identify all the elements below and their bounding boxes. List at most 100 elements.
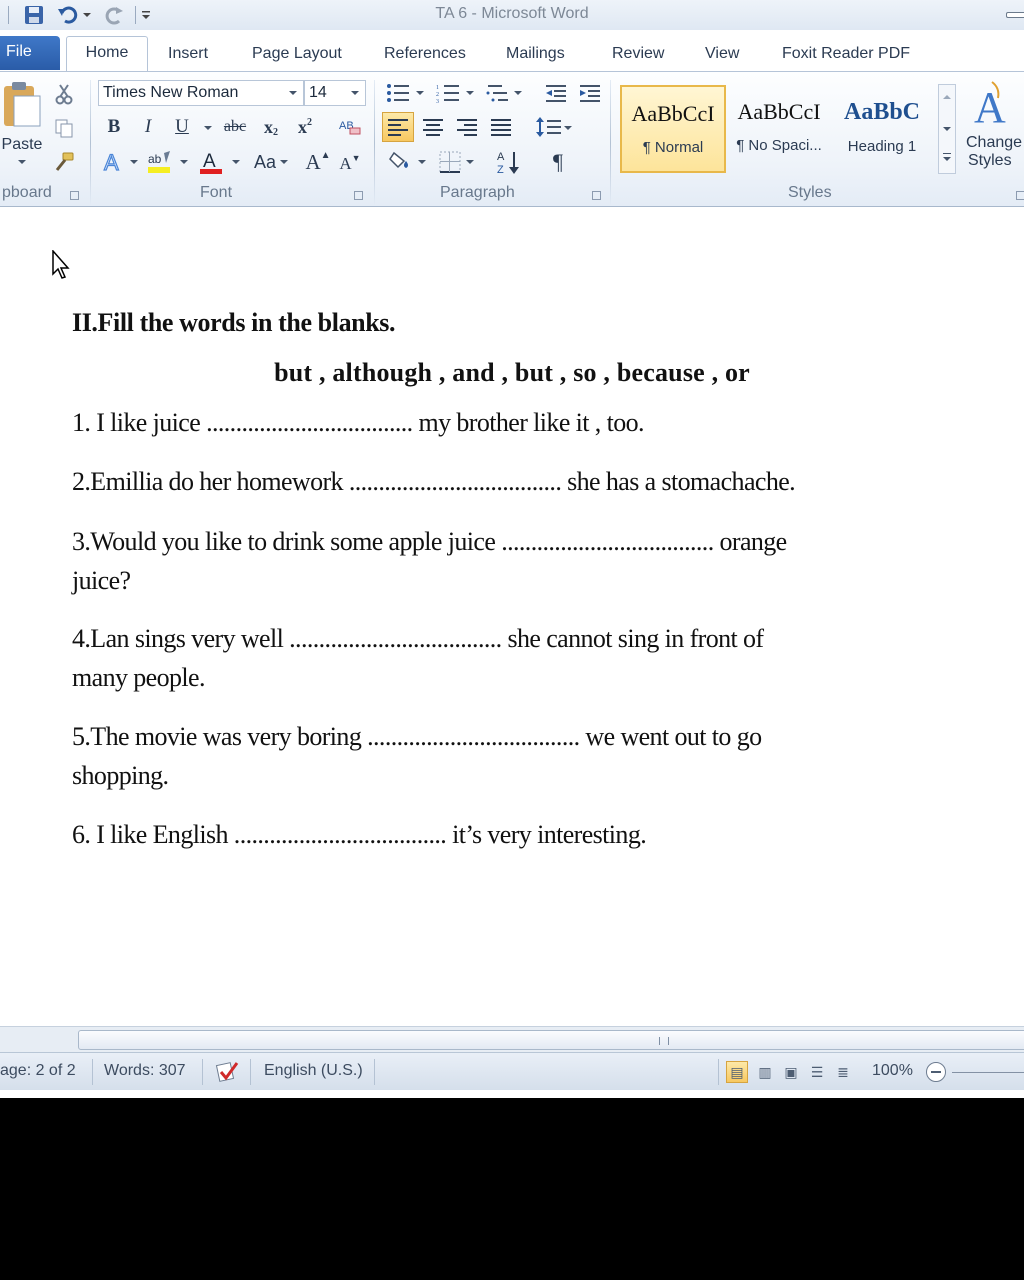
show-formatting-button[interactable]: ¶ <box>544 148 572 176</box>
italic-button[interactable]: I <box>136 114 160 140</box>
paste-button[interactable]: Paste <box>0 80 44 172</box>
highlight-dropdown-icon[interactable] <box>180 160 188 164</box>
print-layout-view-icon[interactable]: ▤ <box>726 1061 748 1083</box>
subscript-mark-icon: 2 <box>273 126 278 138</box>
change-case-dropdown-icon[interactable] <box>280 160 288 164</box>
bullets-icon[interactable] <box>384 80 412 106</box>
cut-icon[interactable] <box>52 82 76 106</box>
font-color-dropdown-icon[interactable] <box>232 160 240 164</box>
clipboard-launcher-icon[interactable] <box>70 191 79 200</box>
copy-icon[interactable] <box>52 116 76 140</box>
zoom-out-icon[interactable] <box>926 1062 946 1082</box>
group-divider <box>610 80 611 206</box>
underline-button[interactable]: U <box>170 114 194 140</box>
font-size-dropdown-icon[interactable] <box>351 91 359 95</box>
font-color-icon[interactable]: A <box>196 148 226 176</box>
style-heading-1[interactable]: AaBbC Heading 1 <box>832 85 932 173</box>
font-launcher-icon[interactable] <box>354 191 363 200</box>
tab-insert[interactable]: Insert <box>168 38 208 70</box>
multilevel-dropdown-icon[interactable] <box>514 91 522 95</box>
tab-mailings[interactable]: Mailings <box>506 38 565 70</box>
sentence-line: juice? <box>72 566 131 595</box>
grow-font-button[interactable]: A ▲ <box>304 148 332 176</box>
horizontal-scrollbar[interactable] <box>0 1026 1024 1052</box>
multilevel-list-icon[interactable] <box>484 80 512 106</box>
format-painter-icon[interactable] <box>52 150 76 174</box>
tab-foxit-reader-pdf[interactable]: Foxit Reader PDF <box>782 38 910 70</box>
subscript-button[interactable]: x2 <box>258 114 284 140</box>
word-bank: but , although , and , but , so , becaus… <box>274 358 750 387</box>
underline-dropdown-icon[interactable] <box>204 126 212 130</box>
status-word-count[interactable]: Words: 307 <box>104 1062 186 1080</box>
text-effects-icon[interactable]: A <box>102 148 126 176</box>
borders-dropdown-icon[interactable] <box>466 160 474 164</box>
decrease-indent-icon[interactable] <box>542 80 570 106</box>
shrink-font-button[interactable]: A ▼ <box>338 152 362 176</box>
svg-text:A: A <box>497 151 505 163</box>
svg-text:A: A <box>203 151 216 172</box>
tab-view[interactable]: View <box>705 38 739 70</box>
web-layout-view-icon[interactable]: ▣ <box>780 1061 802 1083</box>
bullets-dropdown-icon[interactable] <box>416 91 424 95</box>
align-left-button[interactable] <box>382 112 414 142</box>
status-language[interactable]: English (U.S.) <box>264 1062 363 1080</box>
line-spacing-dropdown-icon[interactable] <box>564 126 572 130</box>
outline-view-icon[interactable]: ☰ <box>806 1061 828 1083</box>
zoom-slider[interactable] <box>952 1072 1024 1073</box>
word-window: TA 6 - Microsoft Word File Home Insert P… <box>0 0 1024 1098</box>
increase-indent-icon[interactable] <box>576 80 604 106</box>
style-normal[interactable]: AaBbCcI ¶ Normal <box>620 85 726 173</box>
change-styles-button[interactable]: A Change Styles <box>962 80 1024 180</box>
paste-dropdown-icon[interactable] <box>18 160 26 164</box>
strikethrough-button[interactable]: abc <box>220 114 250 140</box>
status-divider <box>374 1059 375 1085</box>
font-name-dropdown-icon[interactable] <box>289 91 297 95</box>
change-case-button[interactable]: Aa <box>248 148 282 176</box>
font-size-value: 14 <box>309 84 327 101</box>
sort-icon[interactable]: AZ <box>494 148 524 176</box>
horizontal-scrollbar-thumb[interactable] <box>78 1030 1024 1050</box>
zoom-level[interactable]: 100% <box>872 1062 913 1080</box>
numbering-dropdown-icon[interactable] <box>466 91 474 95</box>
tab-references[interactable]: References <box>384 38 466 70</box>
styles-gallery-scroll[interactable] <box>938 84 956 174</box>
tab-review[interactable]: Review <box>612 38 664 70</box>
borders-icon[interactable] <box>436 148 464 176</box>
superscript-button[interactable]: x2 <box>292 114 318 140</box>
font-name-combo[interactable]: Times New Roman <box>98 80 304 106</box>
underline-label: U <box>175 116 189 137</box>
tab-page-layout[interactable]: Page Layout <box>252 38 342 70</box>
tab-home[interactable]: Home <box>66 36 148 72</box>
styles-launcher-icon[interactable] <box>1016 191 1024 200</box>
proofing-icon[interactable] <box>214 1059 242 1085</box>
shading-dropdown-icon[interactable] <box>418 160 426 164</box>
sentence-line: many people. <box>72 663 205 692</box>
highlight-color-icon[interactable]: ab <box>146 148 174 176</box>
font-size-combo[interactable]: 14 <box>304 80 366 106</box>
window-title: TA 6 - Microsoft Word <box>435 5 589 22</box>
align-right-icon[interactable] <box>452 112 482 142</box>
text-effects-dropdown-icon[interactable] <box>130 160 138 164</box>
shading-icon[interactable] <box>386 148 416 176</box>
justify-icon[interactable] <box>486 112 516 142</box>
group-divider <box>374 80 375 206</box>
svg-text:Z: Z <box>497 164 504 175</box>
tab-file[interactable]: File <box>0 36 60 70</box>
document-page[interactable]: II.Fill the words in the blanks. but , a… <box>0 208 1024 1026</box>
align-center-icon[interactable] <box>418 112 448 142</box>
status-page-count[interactable]: age: 2 of 2 <box>0 1062 76 1080</box>
line-spacing-icon[interactable] <box>534 112 564 142</box>
styles-scroll-up-icon[interactable] <box>943 95 951 99</box>
style-no-spacing-name: ¶ No Spaci... <box>736 137 822 154</box>
paragraph-launcher-icon[interactable] <box>592 191 601 200</box>
scroll-grip-icon <box>659 1037 669 1045</box>
style-no-spacing[interactable]: AaBbCcI ¶ No Spaci... <box>728 85 830 173</box>
styles-scroll-down-icon[interactable] <box>943 127 951 131</box>
full-screen-reading-view-icon[interactable]: ▥ <box>754 1061 776 1083</box>
draft-view-icon[interactable]: ≣ <box>832 1061 854 1083</box>
clear-formatting-icon[interactable]: AB <box>336 114 364 140</box>
numbering-icon[interactable]: 123 <box>434 80 462 106</box>
bold-button[interactable]: B <box>102 114 126 140</box>
mouse-pointer-icon <box>52 250 70 279</box>
minimize-icon[interactable] <box>1006 12 1024 18</box>
